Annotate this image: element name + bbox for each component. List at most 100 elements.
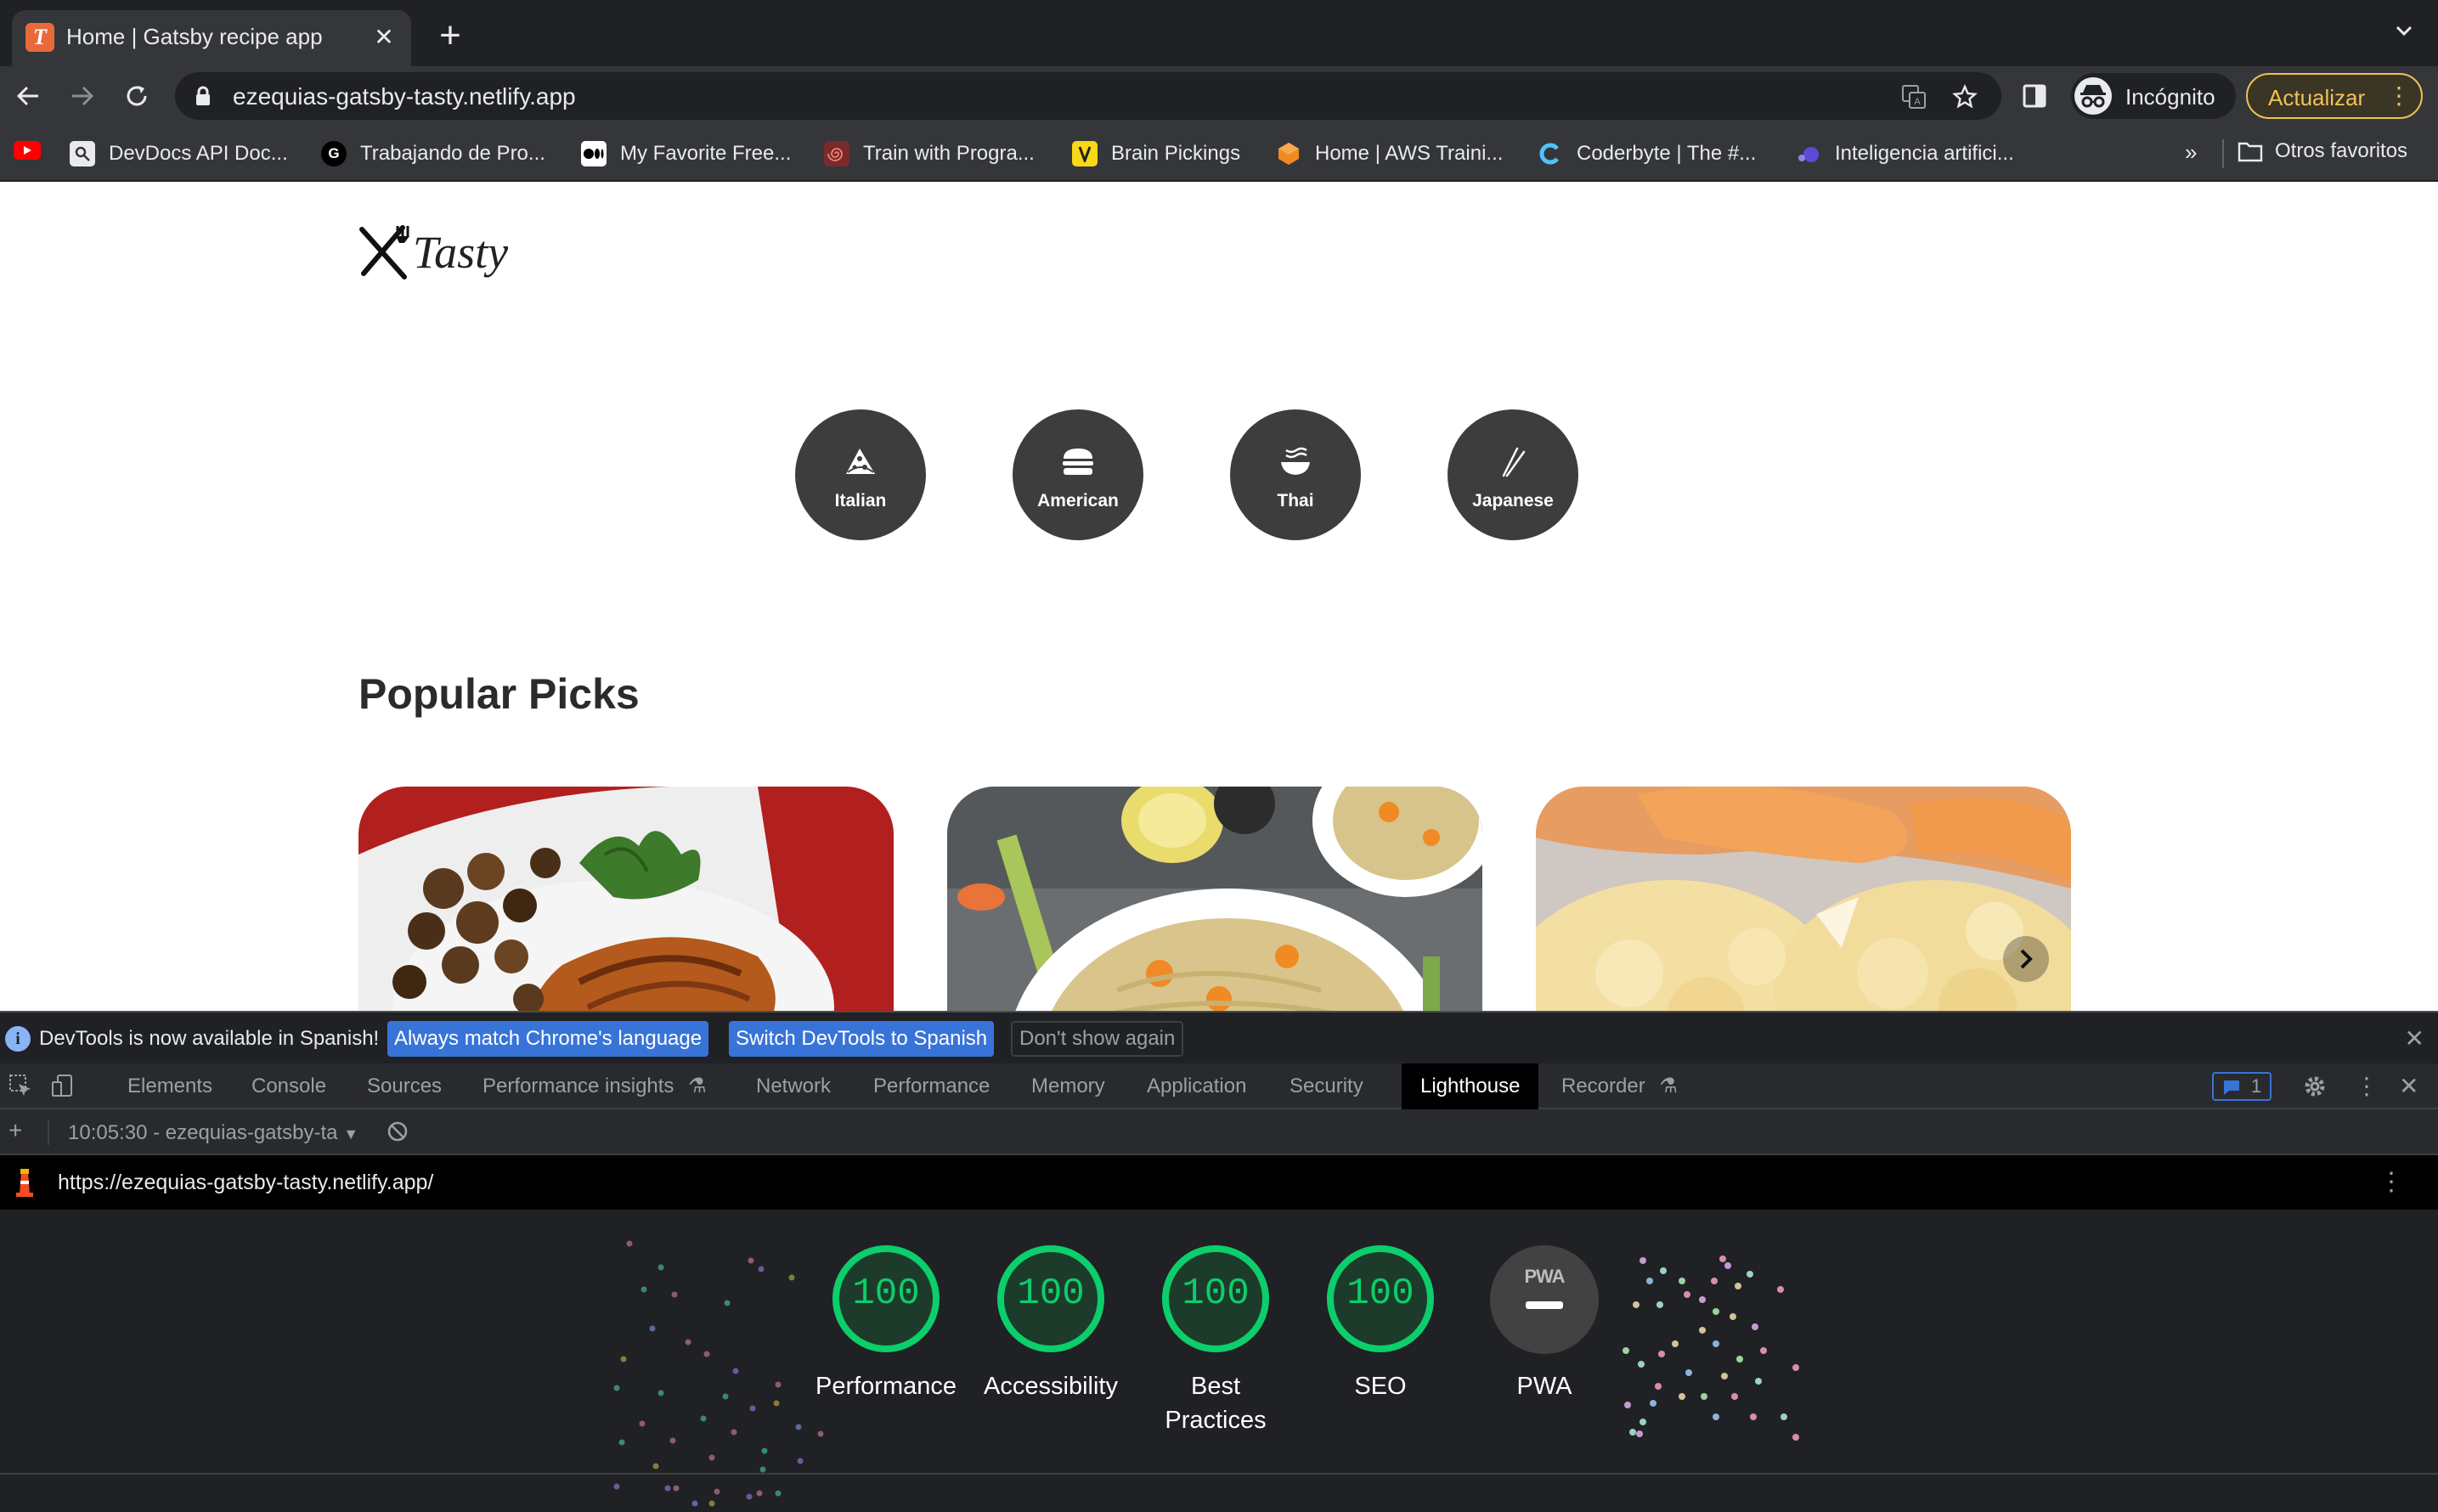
cuisine-button-italian[interactable]: Italian: [795, 409, 926, 540]
more-bookmarks-button[interactable]: »: [2185, 139, 2197, 166]
address-bar[interactable]: ezequias-gatsby-tasty.netlify.app A: [175, 72, 2001, 120]
tab-console[interactable]: Console: [251, 1063, 326, 1109]
bookmark-item[interactable]: Inteligencia artifici...: [1796, 141, 2014, 166]
tab-performance[interactable]: Performance: [873, 1063, 990, 1109]
logo-text: Tasty: [413, 227, 509, 278]
report-menu-icon[interactable]: ⋮: [2379, 1167, 2404, 1197]
recipe-card[interactable]: [358, 787, 894, 1011]
devtools-menu-icon[interactable]: ⋮: [2355, 1074, 2379, 1099]
back-button[interactable]: [10, 78, 46, 114]
bookmark-item[interactable]: DevDocs API Doc...: [70, 141, 288, 166]
ai-icon: [1796, 141, 1821, 166]
carousel-next-button[interactable]: [2003, 936, 2049, 982]
bookmark-label: Home | AWS Traini...: [1315, 142, 1504, 165]
seo-score-gauge[interactable]: 100: [1325, 1244, 1436, 1354]
bookmark-item[interactable]: Coderbyte | The #...: [1538, 141, 1756, 166]
dont-show-again-button[interactable]: Don't show again: [1011, 1021, 1184, 1057]
translate-icon[interactable]: A: [1901, 84, 1927, 114]
browser-tab[interactable]: T Home | Gatsby recipe app ✕: [12, 10, 411, 66]
spiral-icon: [824, 141, 849, 166]
switch-to-spanish-button[interactable]: Switch DevTools to Spanish: [729, 1021, 995, 1057]
report-url[interactable]: https://ezequias-gatsby-tasty.netlify.ap…: [58, 1171, 433, 1195]
device-toolbar-icon[interactable]: [51, 1074, 75, 1103]
tab-lighthouse[interactable]: Lighthouse: [1402, 1063, 1539, 1109]
pwa-badge-gauge[interactable]: PWA: [1490, 1245, 1599, 1354]
bookmark-item[interactable]: Brain Pickings: [1072, 141, 1240, 166]
forward-button[interactable]: [65, 78, 100, 114]
folder-icon: [2238, 142, 2263, 162]
cuisine-button-japanese[interactable]: Japanese: [1448, 409, 1578, 540]
update-label: Actualizar: [2268, 85, 2366, 110]
medium-icon: [581, 141, 607, 166]
side-panel-icon[interactable]: [2022, 83, 2047, 113]
close-infobar-icon[interactable]: ✕: [2405, 1024, 2424, 1052]
recipe-card[interactable]: [947, 787, 1482, 1011]
new-tab-button[interactable]: +: [430, 17, 471, 54]
incognito-profile-button[interactable]: Incógnito: [2071, 73, 2236, 119]
bookmark-item[interactable]: Train with Progra...: [824, 141, 1035, 166]
bookmark-item[interactable]: Home | AWS Traini...: [1276, 141, 1503, 166]
tab-sources[interactable]: Sources: [367, 1063, 442, 1109]
clear-reports-icon[interactable]: [386, 1120, 409, 1148]
tab-security[interactable]: Security: [1290, 1063, 1363, 1109]
other-bookmarks-label: Otros favoritos: [2275, 139, 2408, 162]
other-bookmarks-folder[interactable]: Otros favoritos: [2238, 139, 2407, 163]
close-devtools-icon[interactable]: ✕: [2399, 1074, 2418, 1099]
tab-recorder[interactable]: Recorder ⚗: [1561, 1063, 1678, 1109]
lighthouse-scores: 100 Performance 100 Accessibility 100 Be…: [0, 1210, 2438, 1512]
cuisine-button-thai[interactable]: Thai: [1230, 409, 1361, 540]
cuisine-label: Italian: [834, 491, 887, 511]
incognito-icon: [2074, 77, 2112, 115]
report-selector-label: 10:05:30 - ezequias-gatsby-ta: [68, 1121, 338, 1144]
bookmarks-divider: [2222, 139, 2224, 168]
brainpickings-icon: [1072, 141, 1098, 166]
tab-memory[interactable]: Memory: [1031, 1063, 1105, 1109]
bookmark-label: Brain Pickings: [1111, 142, 1241, 165]
recipe-card[interactable]: [1536, 787, 2071, 1011]
bookmark-label: Inteligencia artifici...: [1835, 142, 2014, 165]
bookmark-item[interactable]: My Favorite Free...: [581, 141, 791, 166]
tab-favicon-icon: T: [25, 23, 54, 52]
tab-performance-insights[interactable]: Performance insights ⚗: [483, 1063, 707, 1109]
aws-icon: [1276, 141, 1301, 166]
settings-gear-icon[interactable]: [2302, 1074, 2328, 1104]
bookmark-label: My Favorite Free...: [620, 142, 792, 165]
tab-application[interactable]: Application: [1147, 1063, 1246, 1109]
issues-badge[interactable]: 1: [2212, 1072, 2272, 1101]
menu-dots-icon: ⋮: [2387, 82, 2411, 109]
tab-close-icon[interactable]: ✕: [369, 22, 399, 53]
accessibility-score-gauge[interactable]: 100: [996, 1244, 1106, 1354]
bookmark-item[interactable]: G Trabajando de Pro...: [321, 141, 545, 166]
devtools-language-infobar: i DevTools is now available in Spanish! …: [0, 1011, 2438, 1063]
lock-icon[interactable]: [195, 86, 211, 110]
recipe-photo-eggs: [1536, 787, 2071, 1011]
bookmark-youtube[interactable]: [14, 141, 54, 160]
reload-button[interactable]: [119, 78, 155, 114]
best-practices-score-gauge[interactable]: 100: [1160, 1244, 1271, 1354]
coderbyte-icon: [1538, 141, 1563, 166]
cuisine-button-american[interactable]: American: [1013, 409, 1143, 540]
issues-count: 1: [2251, 1075, 2262, 1097]
tab-search-icon[interactable]: [2392, 19, 2416, 47]
report-selector[interactable]: 10:05:30 - ezequias-gatsby-ta ▼: [68, 1121, 358, 1145]
bookmark-star-icon[interactable]: [1952, 84, 1978, 114]
site-logo[interactable]: Tasty: [357, 224, 508, 280]
inspect-element-icon[interactable]: [8, 1074, 32, 1103]
tab-label: Performance insights: [483, 1075, 674, 1097]
score-label: SEO: [1354, 1373, 1407, 1400]
performance-score-gauge[interactable]: 100: [831, 1244, 941, 1354]
youtube-icon: [14, 141, 41, 160]
tab-network[interactable]: Network: [756, 1063, 831, 1109]
bookmark-label: DevDocs API Doc...: [109, 142, 288, 165]
confetti-right-decoration: [1623, 1255, 1799, 1441]
url-text[interactable]: ezequias-gatsby-tasty.netlify.app: [233, 83, 576, 110]
always-match-language-button[interactable]: Always match Chrome's language: [387, 1021, 709, 1057]
report-divider: [0, 1473, 2438, 1475]
bookmarks-bar: DevDocs API Doc... G Trabajando de Pro..…: [0, 126, 2438, 182]
issues-icon: [2222, 1074, 2241, 1106]
infobar-message: DevTools is now available in Spanish!: [39, 1027, 380, 1050]
tab-elements[interactable]: Elements: [127, 1063, 212, 1109]
score-label: Performance: [815, 1373, 957, 1400]
update-button[interactable]: Actualizar ⋮: [2246, 73, 2423, 119]
new-report-plus-icon[interactable]: +: [8, 1118, 22, 1143]
